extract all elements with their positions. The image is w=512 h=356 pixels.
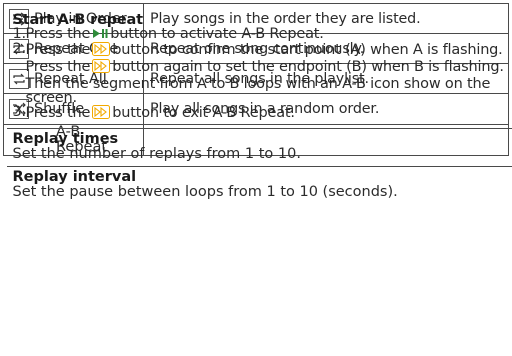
section-text: Set the pause between loops from 1 to 10… (12, 184, 398, 201)
ab-repeat-detail-cell: Start A-B repeat 1. Press the button to ac… (6, 12, 512, 204)
play-pause-icon (92, 28, 108, 42)
table-row: A-B Repeat Start A-B repeat 1. Press the b… (3, 12, 512, 204)
fast-forward-button-icon (92, 105, 111, 122)
fast-forward-button-icon (92, 59, 111, 76)
section-heading: Replay interval (12, 168, 137, 185)
replay-times-section: Replay times Set the number of replays f… (7, 129, 512, 166)
fast-forward-button-icon (92, 42, 111, 59)
section-text: Set the number of replays from 1 to 10. (12, 146, 301, 163)
replay-interval-section: Replay interval Set the pause between lo… (7, 167, 512, 204)
section-heading: Replay times (12, 130, 119, 147)
start-ab-repeat-section: Start A-B repeat 1. Press the button to ac… (7, 7, 512, 128)
ab-repeat-subtable: Start A-B repeat 1. Press the button to ac… (6, 7, 512, 204)
section-heading: Start A-B repeat (12, 11, 144, 28)
playback-modes-table: Play in Order Play songs in the order th… (3, 3, 512, 204)
